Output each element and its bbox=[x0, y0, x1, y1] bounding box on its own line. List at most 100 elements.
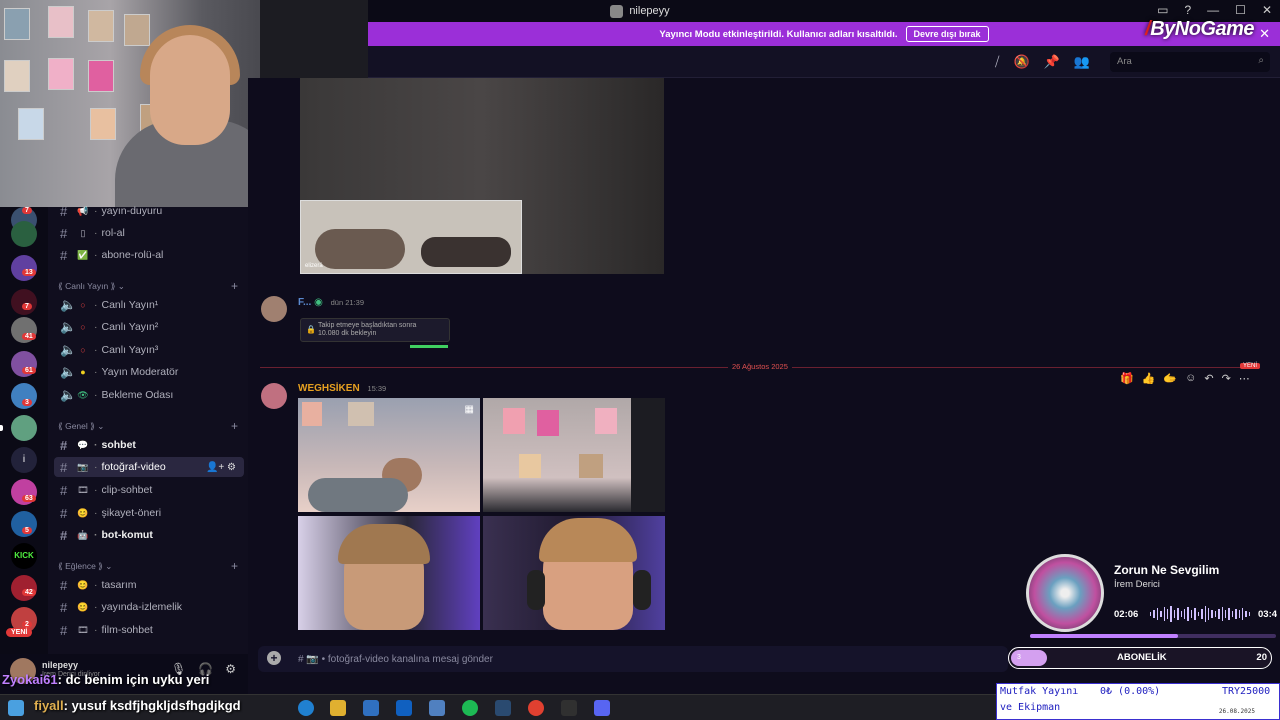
server-badge: 41 bbox=[22, 333, 36, 340]
server-icon[interactable] bbox=[11, 575, 37, 601]
gift-icon[interactable]: 🎁 bbox=[1120, 372, 1134, 385]
outlook-icon[interactable] bbox=[396, 700, 412, 716]
voice-channel-canli-yayin-2[interactable]: 🔈 ○ · Canlı Yayın² bbox=[54, 317, 244, 337]
app-icon[interactable] bbox=[429, 700, 445, 716]
file-explorer-icon[interactable] bbox=[330, 700, 346, 716]
channel-sohbet[interactable]: # 💬 · sohbet bbox=[54, 435, 244, 455]
add-channel-icon[interactable]: + bbox=[231, 279, 238, 293]
search-icon: ⌕ bbox=[1258, 55, 1264, 66]
wave-bar bbox=[1224, 610, 1227, 618]
close-button[interactable]: ✕ bbox=[1262, 3, 1272, 17]
channel-tasarim[interactable]: # 😊 · tasarım bbox=[54, 575, 244, 595]
channel-yayinda-izlemelik[interactable]: # 😊 · yayında-izlemelik bbox=[54, 597, 244, 617]
wave-bar bbox=[1170, 606, 1172, 622]
thumbs-up-icon[interactable]: 👍 bbox=[1142, 372, 1156, 385]
minimize-button[interactable]: — bbox=[1207, 3, 1219, 17]
channel-clip-sohbet[interactable]: # 🎞 · clip-sohbet bbox=[54, 480, 244, 500]
maximize-button[interactable]: ☐ bbox=[1235, 3, 1246, 17]
category-genel[interactable]: ⟪ Genel ⟫ ⌄ + bbox=[58, 419, 238, 433]
channel-bot-komut[interactable]: # 🤖 · bot-komut bbox=[54, 525, 244, 545]
channel-label: rol-al bbox=[101, 227, 125, 239]
channel-sikayet-oneri[interactable]: # 😊 · şikayet-öneri bbox=[54, 503, 244, 523]
banner-close-icon[interactable]: ✕ bbox=[1259, 26, 1270, 42]
image-attachment[interactable]: ▦ bbox=[298, 398, 480, 512]
discord-icon[interactable] bbox=[594, 700, 610, 716]
inbox-icon[interactable]: ▭ bbox=[1157, 3, 1168, 17]
channel-film-sohbet[interactable]: # 🎞 · film-sohbet bbox=[54, 620, 244, 640]
wave-bar bbox=[1201, 609, 1203, 619]
channel-abone-rolu-al[interactable]: # ✅ · abone-rolü-al bbox=[54, 245, 244, 265]
voice-channel-bekleme-odasi[interactable]: 🔈 👁 · Bekleme Odası bbox=[54, 385, 244, 405]
more-icon[interactable]: ⋯ bbox=[1239, 372, 1250, 385]
avatar[interactable] bbox=[261, 383, 287, 409]
now-playing-widget: Zorun Ne Sevgilim İrem Derici 02:06 03:4 bbox=[1026, 554, 1280, 644]
store-icon[interactable] bbox=[363, 700, 379, 716]
info-server-icon[interactable]: i bbox=[11, 447, 37, 473]
forward-icon[interactable]: ↷ bbox=[1222, 372, 1231, 385]
image-attachment[interactable] bbox=[483, 516, 665, 630]
channel-settings-icon[interactable]: 👤+ ⚙ bbox=[206, 462, 236, 473]
edge-icon[interactable] bbox=[298, 700, 314, 716]
hash-icon: # bbox=[60, 247, 68, 263]
wave-bar bbox=[1173, 610, 1176, 618]
server-icon[interactable] bbox=[11, 289, 37, 315]
add-channel-icon[interactable]: + bbox=[231, 559, 238, 573]
subscription-bar: 3 ABONELİK 20 bbox=[1008, 647, 1272, 669]
server-icon[interactable] bbox=[11, 415, 37, 441]
members-icon[interactable]: 👥 bbox=[1074, 54, 1090, 70]
category-label: ⟪ Canlı Yayın ⟫ bbox=[58, 281, 116, 291]
image-attachment[interactable] bbox=[298, 516, 480, 630]
pin-icon[interactable]: 📌 bbox=[1044, 54, 1060, 70]
voice-channel-canli-yayin-1[interactable]: 🔈 ○ · Canlı Yayın¹ bbox=[54, 295, 244, 315]
red-circle-icon: ○ bbox=[80, 300, 86, 310]
obs-icon[interactable] bbox=[561, 700, 577, 716]
avatar[interactable] bbox=[261, 296, 287, 322]
message-input[interactable]: + # 📷 • fotoğraf-video kanalına mesaj gö… bbox=[258, 646, 1008, 672]
notice-line: Takip etmeye başladıktan sonra bbox=[318, 322, 417, 329]
image-attachment[interactable] bbox=[483, 398, 665, 512]
speaker-icon: 🔈 bbox=[60, 297, 77, 312]
server-badge: 13 bbox=[22, 269, 36, 276]
chrome-icon[interactable] bbox=[528, 700, 544, 716]
reply-icon[interactable]: ↶ bbox=[1204, 372, 1213, 385]
add-channel-icon[interactable]: + bbox=[231, 419, 238, 433]
kick-server-icon[interactable]: KICK bbox=[11, 543, 37, 569]
add-reaction-icon[interactable]: ☺ bbox=[1185, 372, 1196, 385]
server-badge: 7 bbox=[22, 303, 32, 310]
server-badge: 61 bbox=[22, 367, 36, 374]
hash-icon: # bbox=[60, 203, 68, 219]
hand-icon[interactable]: 🫱 bbox=[1163, 372, 1177, 385]
channel-label: clip-sohbet bbox=[101, 484, 153, 496]
stream-chat-message: fiyall: yusuf ksdfjhgkljdsfhgdjkgd bbox=[34, 698, 241, 713]
channel-label: tasarım bbox=[101, 579, 137, 591]
mute-icon[interactable]: 🔕 bbox=[1013, 54, 1029, 70]
channel-fotograf-video[interactable]: # 📷 · fotoğraf-video 👤+ ⚙ bbox=[54, 457, 244, 477]
voice-channel-canli-yayin-3[interactable]: 🔈 ○ · Canlı Yayın³ bbox=[54, 340, 244, 360]
message-author[interactable]: WEGHSİKEN bbox=[298, 383, 360, 394]
image-attachment[interactable]: elizerä bbox=[300, 78, 664, 274]
help-icon[interactable]: ? bbox=[1184, 3, 1191, 17]
channel-rol-al[interactable]: # ▯ · rol-al bbox=[54, 223, 244, 243]
voice-channel-yayin-moderator[interactable]: 🔈 ● · Yayın Moderatör bbox=[54, 362, 244, 382]
server-icon[interactable] bbox=[11, 221, 37, 247]
attach-plus-icon[interactable]: + bbox=[267, 651, 281, 665]
song-artist: İrem Derici bbox=[1114, 579, 1160, 590]
channel-yayin-duyuru[interactable]: # 📢 · yayın-duyuru bbox=[54, 201, 244, 221]
spotify-icon[interactable] bbox=[462, 700, 478, 716]
steam-icon[interactable] bbox=[495, 700, 511, 716]
gear-icon[interactable]: ⚙ bbox=[225, 662, 236, 676]
channel-emoji: ▯ bbox=[80, 227, 86, 238]
category-canli-yayin[interactable]: ⟪ Canlı Yayın ⟫ ⌄ + bbox=[58, 279, 238, 293]
threads-icon[interactable]: ⧸ bbox=[995, 54, 999, 70]
channel-label: fotoğraf-video bbox=[101, 461, 166, 473]
category-eglence[interactable]: ⟪ Eğlence ⟫ ⌄ + bbox=[58, 559, 238, 573]
disable-streamer-mode-button[interactable]: Devre dışı bırak bbox=[905, 26, 989, 42]
channel-label: abone-rolü-al bbox=[101, 249, 164, 261]
wave-bar bbox=[1150, 612, 1152, 616]
search-input[interactable]: Ara ⌕ bbox=[1110, 52, 1270, 72]
ticker-date: 26.08.2025 bbox=[1218, 708, 1255, 715]
message-author[interactable]: F... bbox=[298, 297, 311, 308]
gallery-icon[interactable]: ▦ bbox=[465, 404, 474, 415]
windows-start-icon[interactable] bbox=[8, 700, 24, 716]
server-icon[interactable] bbox=[11, 255, 37, 281]
